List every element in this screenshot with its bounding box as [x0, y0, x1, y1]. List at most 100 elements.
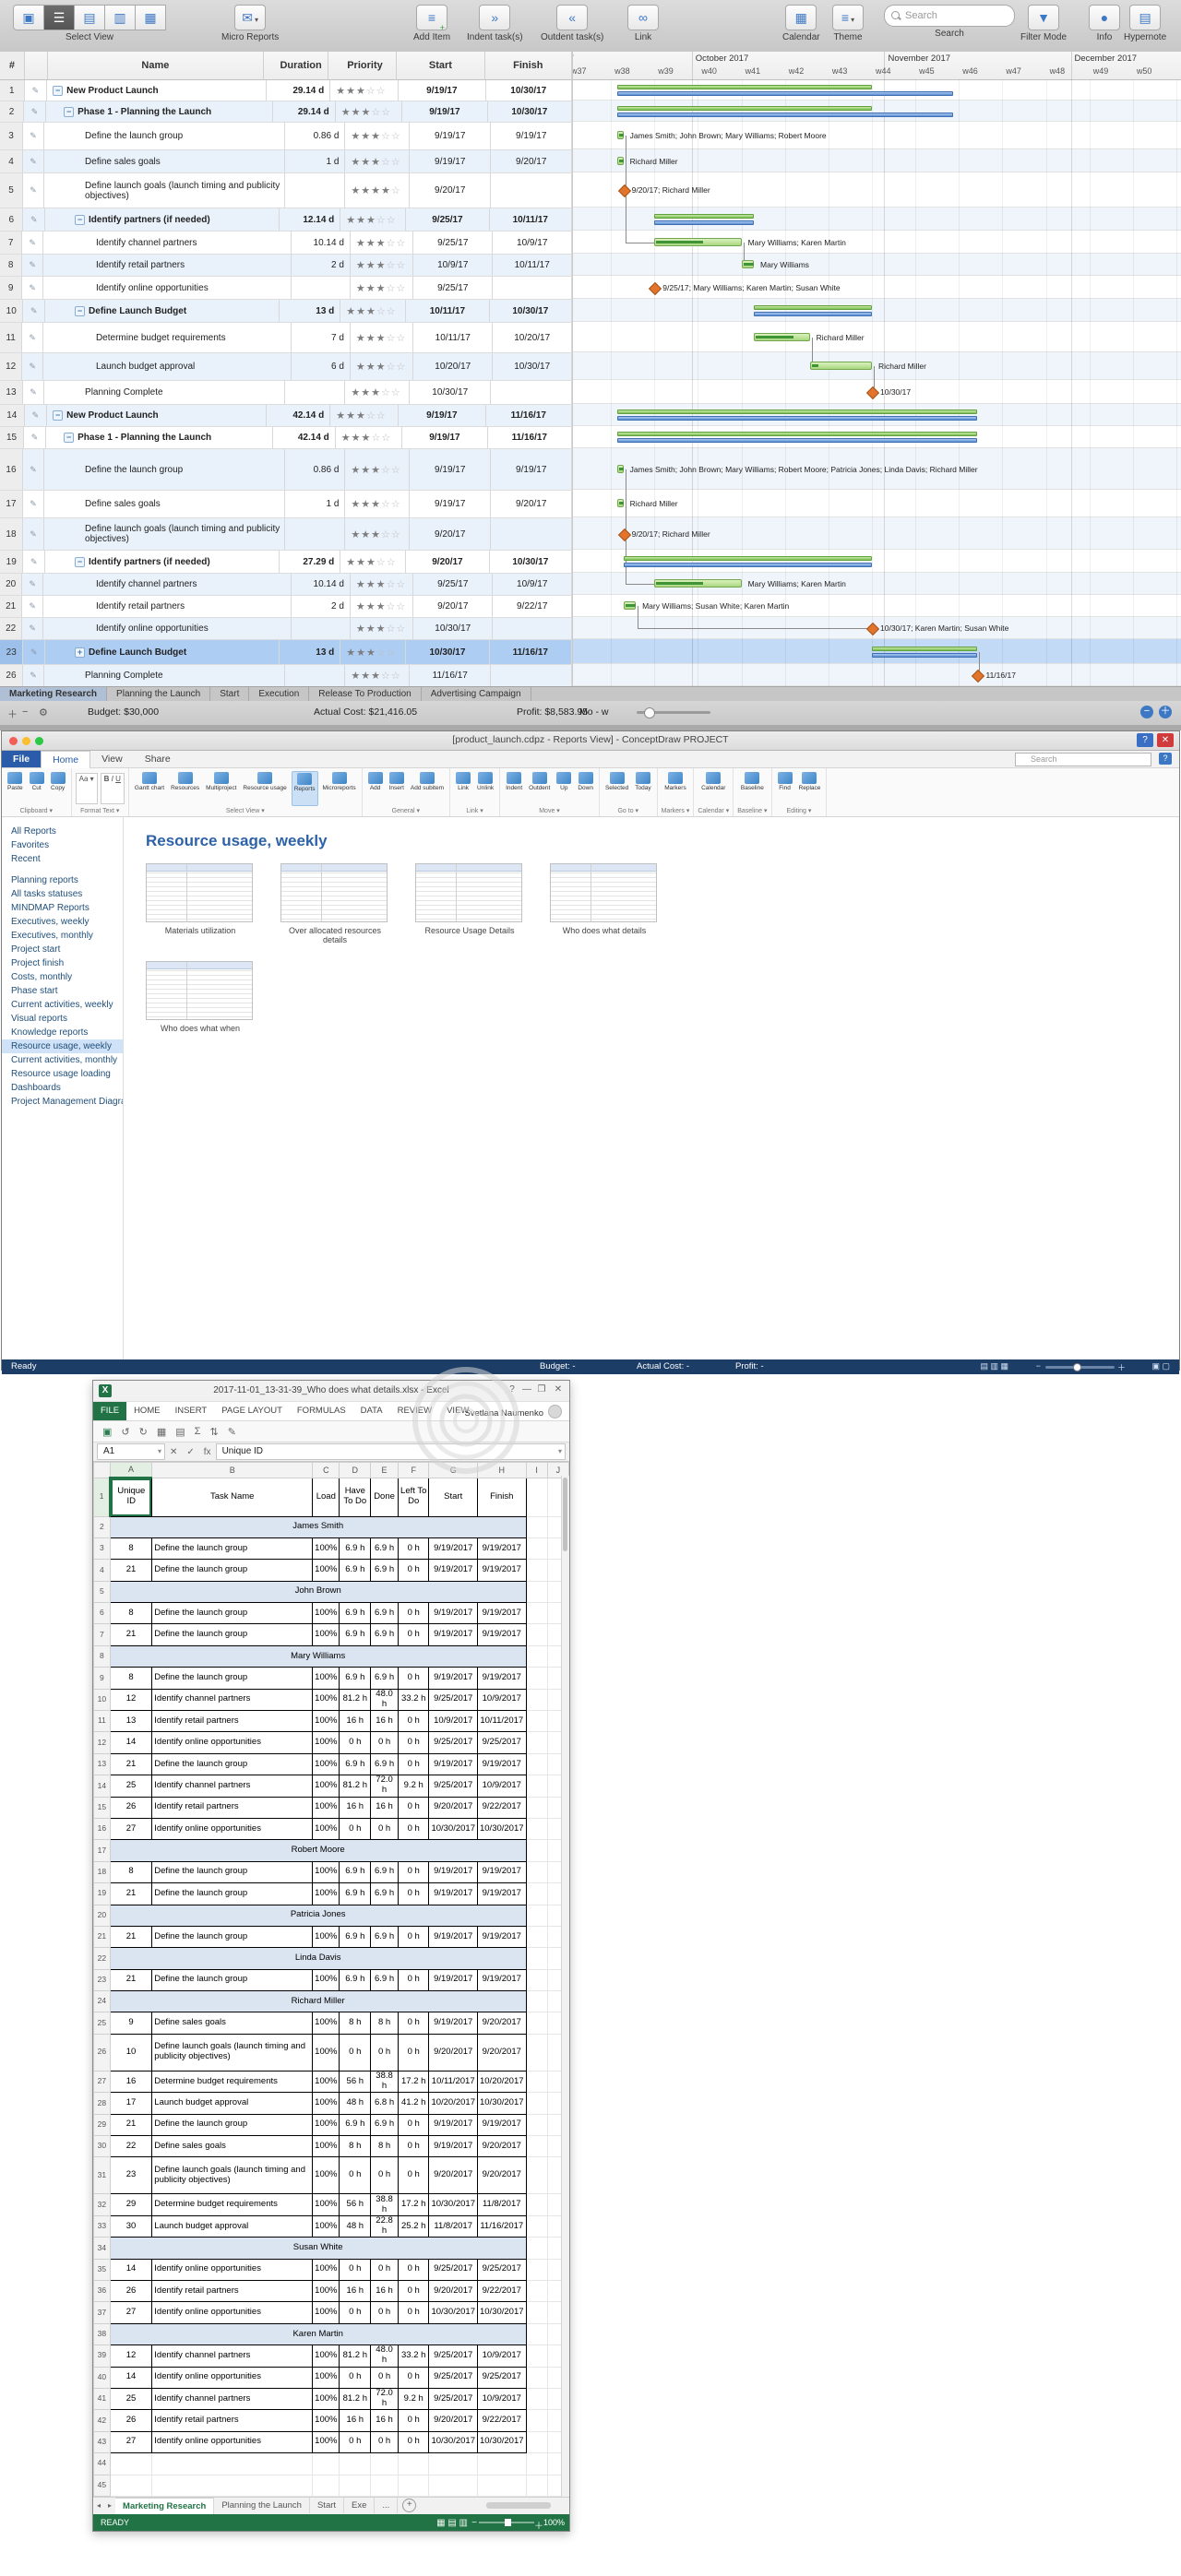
row-header-13[interactable]: 13 [93, 1752, 111, 1776]
edit-task-icon[interactable]: ✎ [30, 647, 38, 658]
finish-cell[interactable] [491, 518, 573, 550]
data-cell[interactable]: 9/19/2017 [476, 2113, 527, 2137]
column-header-E[interactable]: E [370, 1462, 399, 1478]
finish-cell[interactable]: 9/19/17 [491, 123, 573, 149]
sort-icon[interactable]: ⇅ [209, 1426, 218, 1438]
data-cell[interactable]: 9/19/2017 [476, 1559, 527, 1582]
gantt-task-bar[interactable] [616, 499, 624, 507]
data-cell[interactable]: Identify retail partners [151, 2279, 314, 2303]
horizontal-scroll-thumb[interactable] [486, 2501, 551, 2509]
data-cell[interactable]: 0 h [397, 1882, 430, 1905]
data-cell[interactable]: 9/25/2017 [428, 2387, 478, 2411]
data-cell[interactable]: 10/11/2017 [428, 2070, 478, 2094]
data-cell[interactable]: 21 [109, 1882, 153, 1905]
edit-task-icon[interactable]: ✎ [30, 131, 37, 141]
ribbon-button-cut[interactable]: Cut [28, 771, 46, 806]
data-cell[interactable]: 9/19/2017 [428, 1882, 478, 1905]
finish-cell[interactable]: 10/9/17 [493, 574, 572, 595]
duration-cell[interactable] [285, 665, 346, 686]
data-cell[interactable]: 0 h [397, 2409, 430, 2432]
sidebar-item-project-finish[interactable]: Project finish [2, 956, 123, 970]
start-cell[interactable]: 9/25/17 [413, 277, 494, 299]
edit-task-icon[interactable]: ✎ [30, 387, 37, 398]
empty-cell[interactable] [109, 2474, 153, 2497]
priority-cell[interactable]: ★★★★ ☆ [345, 173, 410, 208]
data-cell[interactable]: 26 [109, 1796, 153, 1819]
gantt-task-bar[interactable] [654, 579, 742, 588]
header-cell[interactable]: Finish [476, 1477, 527, 1517]
name-box[interactable]: A1 ▾ [97, 1443, 165, 1460]
data-cell[interactable]: 9/25/2017 [476, 2366, 527, 2389]
row-header-25[interactable]: 25 [93, 2012, 111, 2035]
row-header-22[interactable]: 22 [93, 1947, 111, 1970]
summary-bar-blue[interactable] [872, 652, 978, 658]
data-cell[interactable]: 10/20/2017 [476, 2070, 527, 2094]
data-cell[interactable]: 6.9 h [370, 1537, 399, 1561]
excel-zoom-in-icon[interactable]: ＋ [534, 2518, 543, 2532]
edit-task-icon[interactable]: ✎ [29, 579, 36, 589]
resource-group-cell[interactable]: John Brown [109, 1580, 527, 1604]
priority-cell[interactable]: ★★★ ☆☆ [351, 323, 414, 352]
data-cell[interactable]: 6.9 h [370, 1882, 399, 1905]
excel-minimize-button[interactable]: — [519, 1384, 534, 1395]
row-header-11[interactable]: 11 [93, 1710, 111, 1733]
data-cell[interactable]: 100% [312, 2279, 340, 2303]
data-cell[interactable]: Identify online opportunities [151, 2301, 314, 2324]
data-cell[interactable]: 0 h [397, 2366, 430, 2389]
close-window-button[interactable]: ✕ [1157, 733, 1174, 747]
collapse-icon[interactable]: − [75, 305, 86, 316]
edit-task-icon[interactable]: ✎ [32, 86, 40, 96]
sidebar-item-resource-usage-weekly[interactable]: Resource usage, weekly [2, 1039, 123, 1053]
add-item-button[interactable]: ≡ + [416, 5, 448, 32]
fit-page-icons[interactable]: ▣ ▢ [1151, 1361, 1170, 1371]
duration-cell[interactable] [292, 618, 351, 639]
data-cell[interactable]: 100% [312, 2012, 340, 2035]
data-cell[interactable]: 72.0 h [370, 2387, 399, 2411]
data-cell[interactable]: 0 h [370, 2366, 399, 2389]
collapse-icon[interactable]: − [75, 556, 86, 567]
data-cell[interactable]: 16 h [339, 1796, 372, 1819]
start-cell[interactable]: 9/19/17 [399, 80, 486, 101]
edit-task-icon[interactable]: ✎ [29, 601, 36, 611]
data-cell[interactable]: 6.9 h [339, 1667, 372, 1690]
task-name-cell[interactable]: Define the launch group [44, 449, 286, 490]
outdent-tasks-button[interactable]: « [556, 5, 589, 30]
data-cell[interactable]: 9/25/2017 [428, 2366, 478, 2389]
font-selector[interactable]: Aa ▾ [75, 773, 98, 804]
data-cell[interactable]: 27 [109, 2430, 153, 2454]
row-header-18[interactable]: 18 [93, 1860, 111, 1884]
duration-cell[interactable]: 13 d [280, 640, 341, 664]
row-edit-cell[interactable]: ✎ [22, 277, 43, 299]
data-cell[interactable]: 22.8 h [370, 2214, 399, 2238]
data-cell[interactable]: 0 h [370, 2301, 399, 2324]
data-cell[interactable]: 9.2 h [397, 2387, 430, 2411]
sidebar-item-resource-usage-loading[interactable]: Resource usage loading [2, 1067, 123, 1081]
duration-cell[interactable]: 10.14 d [292, 574, 351, 595]
row-header-29[interactable]: 29 [93, 2113, 111, 2137]
data-cell[interactable]: 0 h [397, 2113, 430, 2137]
ribbon-button-markers[interactable]: Markers [662, 771, 687, 806]
row-header-1[interactable]: 1 [93, 1477, 112, 1517]
data-cell[interactable]: 9/19/2017 [428, 1752, 478, 1776]
data-cell[interactable]: 0 h [397, 2430, 430, 2454]
summary-bar-green[interactable] [616, 84, 872, 89]
data-cell[interactable]: 17.2 h [397, 2070, 430, 2094]
row-header-3[interactable]: 3 [93, 1537, 111, 1561]
start-cell[interactable]: 9/20/17 [413, 596, 494, 617]
resource-group-cell[interactable]: Patricia Jones [109, 1904, 527, 1927]
priority-cell[interactable]: ★★★ ☆☆ [330, 80, 400, 101]
task-name-cell[interactable]: Identify retail partners [43, 255, 292, 276]
data-cell[interactable]: 0 h [397, 1537, 430, 1561]
data-cell[interactable]: 6.9 h [339, 1968, 372, 1992]
ribbon-button-calendar[interactable]: Calendar [699, 771, 727, 806]
header-cell[interactable]: Done [370, 1477, 399, 1517]
excel-titlebar[interactable]: X 2017-11-01_13-31-39_Who does what deta… [93, 1381, 569, 1402]
data-cell[interactable]: 16 h [339, 1710, 372, 1733]
data-cell[interactable]: Identify online opportunities [151, 2366, 314, 2389]
data-cell[interactable]: Identify channel partners [151, 2345, 314, 2368]
data-cell[interactable]: 10/20/2017 [428, 2092, 478, 2115]
data-cell[interactable]: Define the launch group [151, 1623, 314, 1646]
row-edit-cell[interactable]: ✎ [22, 255, 43, 276]
data-cell[interactable]: 9/19/2017 [476, 1925, 527, 1949]
ribbon-button-add-subitem[interactable]: Add subitem [409, 771, 446, 806]
